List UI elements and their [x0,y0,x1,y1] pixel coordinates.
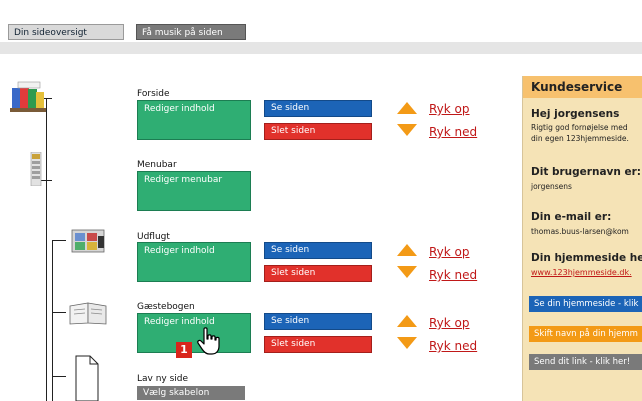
customer-service-panel: Kundeservice Hej jorgensens Rigtig god f… [522,76,642,401]
edit-content-button-forside[interactable]: Rediger indhold [137,100,251,140]
greeting-heading: Hej jorgensens [531,108,620,120]
customer-service-title: Kundeservice [531,80,623,94]
top-heading-fragment: ▀▀▀ ▀▀▀▀▀▀▀▀▀ ▀▀▀▀▀ ▀▀▀▀▀▀▀▀ ▀▀▀▀ [8,0,593,12]
page-title-menubar: Menubar [137,160,177,170]
tree-trunk-line [46,98,47,401]
tab-bar: Din sideoversigt Få musik på siden [0,24,642,42]
email-label: Din e-mail er: [531,211,612,223]
page-title-forside: Forside [137,89,170,99]
move-up-arrow-icon[interactable] [397,315,417,327]
choose-template-button[interactable]: Vælg skabelon [137,386,245,400]
menubar-icon [30,152,42,186]
greeting-text-line1: Rigtig god fornøjelse med [531,123,628,132]
view-page-button-forside[interactable]: Se siden [264,100,372,117]
page-title-udflugt: Udflugt [137,232,170,242]
view-page-button-gaestebogen[interactable]: Se siden [264,313,372,330]
guestbook-icon [69,302,107,325]
tree-branch-new-page [52,376,66,377]
edit-menubar-button[interactable]: Rediger menubar [137,171,251,211]
books-stack-icon [10,81,46,112]
page-title-new-page: Lav ny side [137,374,189,384]
move-down-arrow-icon[interactable] [397,266,417,278]
move-down-arrow-icon[interactable] [397,124,417,136]
tab-page-overview[interactable]: Din sideoversigt [8,24,124,40]
move-up-link-gaestebogen[interactable]: Ryk op [429,316,470,330]
tab-add-music[interactable]: Få musik på siden [136,24,246,40]
move-down-arrow-icon[interactable] [397,337,417,349]
edit-content-button-udflugt[interactable]: Rediger indhold [137,242,251,282]
email-value: thomas.buus-larsen@kom [531,227,629,236]
delete-page-button-gaestebogen[interactable]: Slet siden [264,336,372,353]
header-divider-band [0,42,642,54]
hand-pointer-icon [197,327,220,355]
site-url-link[interactable]: www.123hjemmeside.dk. [531,268,632,277]
greeting-text-line2: din egen 123hjemmeside. [531,134,629,143]
move-down-link-udflugt[interactable]: Ryk ned [429,268,477,282]
step-number-badge: 1 [176,342,192,358]
move-down-link-gaestebogen[interactable]: Ryk ned [429,339,477,353]
customer-service-header: Kundeservice [523,76,642,98]
top-heading-cut: ▀▀▀ ▀▀▀▀▀▀▀▀▀ ▀▀▀▀▀ ▀▀▀▀▀▀▀▀ ▀▀▀▀ [0,0,642,14]
username-value: jorgensens [531,182,572,191]
delete-page-button-udflugt[interactable]: Slet siden [264,265,372,282]
tree-branch-udflugt [52,240,66,241]
blank-page-icon [75,355,99,401]
move-up-arrow-icon[interactable] [397,102,417,114]
move-up-arrow-icon[interactable] [397,244,417,256]
send-link-button[interactable]: Send dit link - klik her! [529,354,642,370]
page-title-gaestebogen: Gæstebogen [137,302,195,312]
move-up-link-udflugt[interactable]: Ryk op [429,245,470,259]
move-up-link-forside[interactable]: Ryk op [429,102,470,116]
site-name-label: Din hjemmeside hed [531,252,642,264]
edit-content-button-gaestebogen[interactable]: Rediger indhold [137,313,251,353]
view-site-button[interactable]: Se din hjemmeside - klik [529,296,642,312]
rename-site-button[interactable]: Skift navn på din hjemm [529,326,642,342]
photos-icon [71,229,105,253]
view-page-button-udflugt[interactable]: Se siden [264,242,372,259]
delete-page-button-forside[interactable]: Slet siden [264,123,372,140]
tree-branch-gaestebogen [52,312,66,313]
move-down-link-forside[interactable]: Ryk ned [429,125,477,139]
username-label: Dit brugernavn er: [531,166,642,178]
